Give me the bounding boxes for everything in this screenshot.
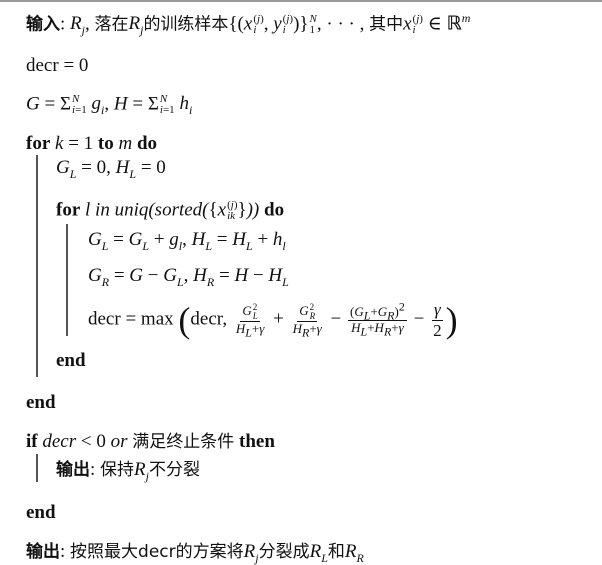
final-output-2: 分裂成 — [258, 542, 310, 562]
for-l-line: for l in uniq(sorted({x (j) ik})) do — [56, 199, 285, 222]
input-text-3: 其中 — [369, 14, 404, 35]
output-keep-2: 不分裂 — [148, 460, 200, 480]
kw-if: if — [26, 431, 38, 452]
frac-total: (GL+GR)2 HL+HR+γ — [348, 299, 407, 339]
condition-text: 满足终止条件 — [132, 432, 235, 452]
input-label: 输入 — [26, 14, 60, 35]
kw-then: then — [239, 431, 275, 452]
update-decr: decr = max (decr, G 2 L HL+γ + G 2 R HR+γ − (G… — [88, 299, 458, 341]
output-label: 输出 — [56, 460, 90, 480]
final-output-line: 输出: 按照最大decr的方案将Rj分裂成RL和RR — [26, 541, 364, 565]
end-outer: end — [26, 392, 56, 413]
final-output-label: 输出 — [26, 542, 60, 562]
output-keep-line: 输出: 保持Rj不分裂 — [56, 459, 200, 483]
for-l-block-bar — [66, 224, 68, 336]
if-block-bar — [36, 454, 38, 482]
update-right: GR = G − GL, HR = H − HL — [88, 265, 289, 289]
kw-to: to — [97, 133, 114, 154]
final-output-1: 按照最大decr的方案将 — [70, 542, 244, 562]
max-word: max — [140, 308, 174, 330]
update-left: GL = GL + gl, HL = HL + hl — [88, 229, 286, 253]
uniq-sorted: uniq(sorted( — [114, 199, 209, 221]
input-text-1: 落在 — [94, 14, 129, 35]
kw-or: or — [110, 431, 128, 452]
kw-do-inner: do — [264, 199, 285, 221]
frac-gamma: γ2 — [431, 300, 443, 340]
input-line: 输入: Rj, 落在Rj的训练样本{(x (j) i, y (j) i)} N 1, · ·… — [26, 11, 471, 38]
output-keep: 保持 — [100, 460, 135, 480]
for-k-block-bar — [36, 155, 38, 377]
kw-for-inner: for — [56, 199, 81, 221]
final-output-3: 和 — [327, 542, 345, 562]
frac-gl: G 2 L HL+γ — [235, 302, 265, 340]
kw-do: do — [136, 133, 158, 154]
init-left-sums: GL = 0, HL = 0 — [56, 157, 166, 181]
input-text-2: 的训练样本 — [143, 14, 229, 35]
kw-for: for — [26, 133, 51, 154]
frac-gr: G 2 R HR+γ — [292, 302, 322, 340]
end-inner: end — [56, 350, 86, 371]
init-decr: decr = 0 — [26, 55, 89, 76]
end-if: end — [26, 502, 56, 523]
decr-word: decr — [88, 308, 121, 330]
for-k-line: for k = 1 to m do — [26, 133, 158, 154]
decr-word-2: decr — [190, 308, 223, 330]
init-sums: G = Σ Ni=1 gi, H = Σ Ni=1 hi — [26, 93, 193, 118]
if-line: if decr < 0 or 满足终止条件 then — [26, 431, 275, 452]
kw-in: in — [95, 199, 110, 221]
